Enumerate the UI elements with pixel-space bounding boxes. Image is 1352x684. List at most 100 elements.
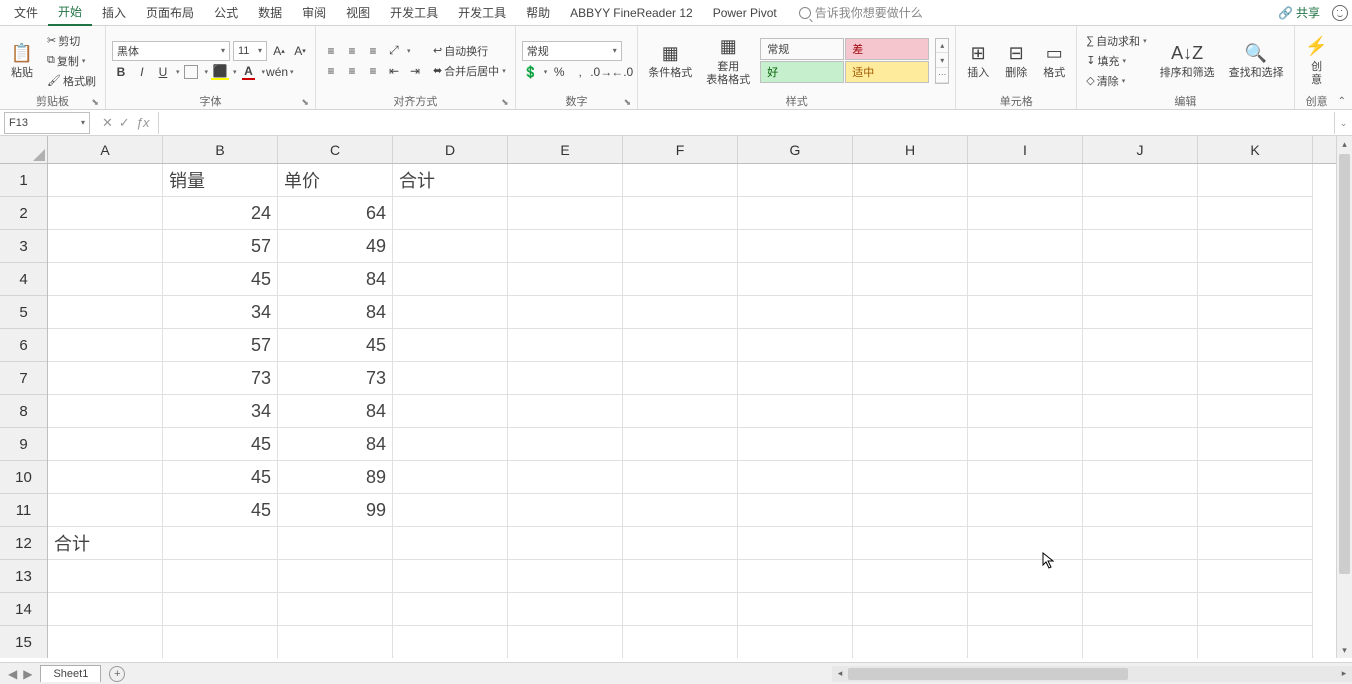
cell-I13[interactable]	[968, 560, 1083, 593]
cell-C11[interactable]: 99	[278, 494, 393, 527]
insert-cells-button[interactable]: ⊞插入	[962, 39, 994, 82]
cell-J1[interactable]	[1083, 164, 1198, 197]
cell-B7[interactable]: 73	[163, 362, 278, 395]
shrink-font-button[interactable]: A▾	[291, 42, 309, 60]
tab-review[interactable]: 审阅	[292, 0, 336, 25]
cell-A12[interactable]: 合计	[48, 527, 163, 560]
cell-G5[interactable]	[738, 296, 853, 329]
cell-B2[interactable]: 24	[163, 197, 278, 230]
number-launcher[interactable]: ⬊	[624, 97, 632, 108]
cell-K4[interactable]	[1198, 263, 1313, 296]
row-header-8[interactable]: 8	[0, 395, 47, 428]
fill-color-button[interactable]: ⬛	[211, 63, 229, 81]
cell-C1[interactable]: 单价	[278, 164, 393, 197]
cell-H9[interactable]	[853, 428, 968, 461]
cell-C15[interactable]	[278, 626, 393, 658]
cell-G8[interactable]	[738, 395, 853, 428]
row-header-13[interactable]: 13	[0, 560, 47, 593]
row-header-11[interactable]: 11	[0, 494, 47, 527]
cell-C10[interactable]: 89	[278, 461, 393, 494]
add-sheet-button[interactable]: +	[109, 666, 125, 682]
comma-button[interactable]: ,	[571, 63, 589, 81]
cell-F8[interactable]	[623, 395, 738, 428]
cell-C12[interactable]	[278, 527, 393, 560]
cell-G4[interactable]	[738, 263, 853, 296]
ideas-button[interactable]: ⚡创 意	[1301, 33, 1333, 89]
cell-A13[interactable]	[48, 560, 163, 593]
indent-dec-button[interactable]: ⇤	[385, 62, 403, 80]
sheet-nav[interactable]: ◀▶	[0, 667, 40, 681]
cell-C4[interactable]: 84	[278, 263, 393, 296]
indent-inc-button[interactable]: ⇥	[406, 62, 424, 80]
cell-H2[interactable]	[853, 197, 968, 230]
cell-E14[interactable]	[508, 593, 623, 626]
cell-A3[interactable]	[48, 230, 163, 263]
cell-E15[interactable]	[508, 626, 623, 658]
column-header-D[interactable]: D	[393, 136, 508, 163]
cell-I14[interactable]	[968, 593, 1083, 626]
cell-K11[interactable]	[1198, 494, 1313, 527]
cell-F12[interactable]	[623, 527, 738, 560]
cell-I2[interactable]	[968, 197, 1083, 230]
row-header-7[interactable]: 7	[0, 362, 47, 395]
merge-button[interactable]: ⬌合并后居中▾	[430, 62, 509, 80]
cell-J6[interactable]	[1083, 329, 1198, 362]
cell-F7[interactable]	[623, 362, 738, 395]
align-top-button[interactable]: ≡	[322, 42, 340, 60]
copy-button[interactable]: ⧉复制▾	[44, 52, 99, 70]
cell-K14[interactable]	[1198, 593, 1313, 626]
cell-I6[interactable]	[968, 329, 1083, 362]
cell-C8[interactable]: 84	[278, 395, 393, 428]
cell-A9[interactable]	[48, 428, 163, 461]
cell-G10[interactable]	[738, 461, 853, 494]
cell-J9[interactable]	[1083, 428, 1198, 461]
cell-C7[interactable]: 73	[278, 362, 393, 395]
cell-I15[interactable]	[968, 626, 1083, 658]
percent-button[interactable]: %	[550, 63, 568, 81]
cell-J8[interactable]	[1083, 395, 1198, 428]
cell-D13[interactable]	[393, 560, 508, 593]
cell-F15[interactable]	[623, 626, 738, 658]
cell-D1[interactable]: 合计	[393, 164, 508, 197]
cell-B1[interactable]: 销量	[163, 164, 278, 197]
cell-D14[interactable]	[393, 593, 508, 626]
cell-A14[interactable]	[48, 593, 163, 626]
cell-E10[interactable]	[508, 461, 623, 494]
cell-I3[interactable]	[968, 230, 1083, 263]
formula-input[interactable]	[159, 112, 1334, 134]
cell-K3[interactable]	[1198, 230, 1313, 263]
accept-formula-button[interactable]: ✓	[119, 115, 130, 131]
paste-button[interactable]: 📋 粘贴	[6, 39, 38, 82]
cell-C3[interactable]: 49	[278, 230, 393, 263]
font-color-button[interactable]: A	[240, 63, 258, 81]
cell-J15[interactable]	[1083, 626, 1198, 658]
cell-E4[interactable]	[508, 263, 623, 296]
style-neutral[interactable]: 适中	[845, 61, 929, 83]
cell-E7[interactable]	[508, 362, 623, 395]
cell-A1[interactable]	[48, 164, 163, 197]
clipboard-launcher[interactable]: ⬊	[91, 97, 99, 108]
cell-H13[interactable]	[853, 560, 968, 593]
table-format-button[interactable]: ▦套用 表格格式	[702, 33, 754, 89]
cell-A7[interactable]	[48, 362, 163, 395]
cell-A10[interactable]	[48, 461, 163, 494]
tab-help[interactable]: 帮助	[516, 0, 560, 25]
expand-formula-bar-button[interactable]: ⌄	[1334, 112, 1352, 134]
cell-K9[interactable]	[1198, 428, 1313, 461]
horizontal-scrollbar[interactable]: ◂ ▸	[832, 666, 1352, 682]
cell-A8[interactable]	[48, 395, 163, 428]
cond-format-button[interactable]: ▦条件格式	[644, 39, 696, 82]
vscroll-thumb[interactable]	[1339, 154, 1350, 574]
row-header-15[interactable]: 15	[0, 626, 47, 658]
cell-F10[interactable]	[623, 461, 738, 494]
cell-I7[interactable]	[968, 362, 1083, 395]
painter-button[interactable]: 🖌格式刷	[44, 72, 99, 90]
cell-E9[interactable]	[508, 428, 623, 461]
font-name-combo[interactable]: 黑体▾	[112, 41, 230, 61]
cell-C5[interactable]: 84	[278, 296, 393, 329]
cell-A2[interactable]	[48, 197, 163, 230]
tab-file[interactable]: 文件	[4, 0, 48, 25]
column-header-H[interactable]: H	[853, 136, 968, 163]
cell-K2[interactable]	[1198, 197, 1313, 230]
cell-B10[interactable]: 45	[163, 461, 278, 494]
